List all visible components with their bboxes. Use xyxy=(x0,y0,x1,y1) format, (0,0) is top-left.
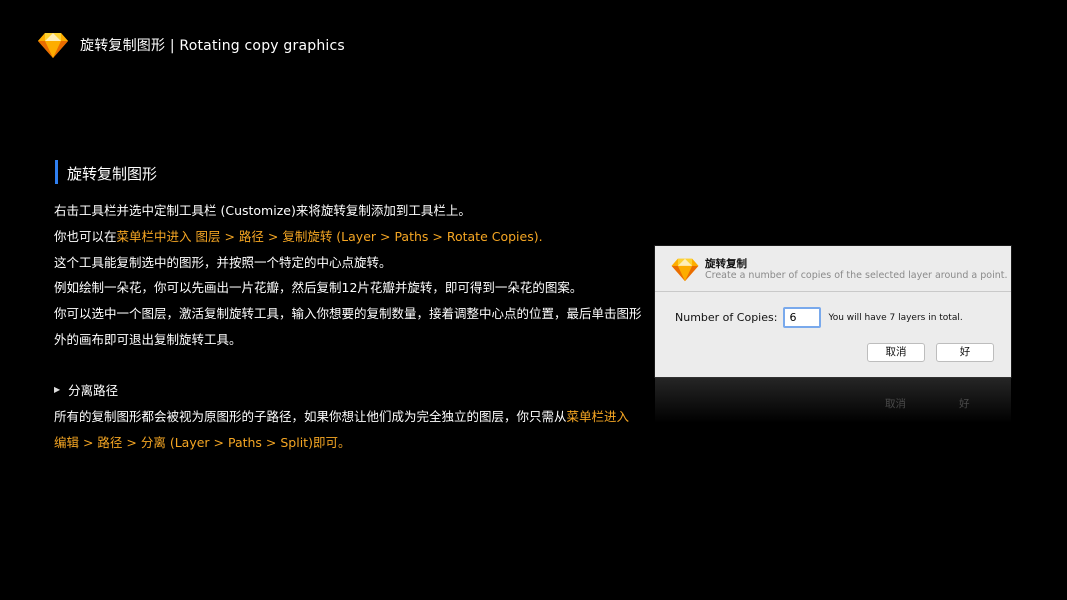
copies-row: Number of Copies: You will have 7 layers… xyxy=(675,307,963,328)
reflection-cancel-label: 取消 xyxy=(885,398,906,410)
sketch-app-icon xyxy=(671,258,699,282)
paragraph-1: 右击工具栏并选中定制工具栏 (Customize)来将旋转复制添加到工具栏上。 xyxy=(54,203,471,218)
subsection-line-1-highlight: 菜单栏进入 xyxy=(566,409,630,424)
subsection-line-2: 编辑 > 路径 > 分离 (Layer > Paths > Split)即可。 xyxy=(54,430,644,456)
dialog-title: 旋转复制 xyxy=(705,258,747,270)
section-accent-bar xyxy=(55,160,58,184)
paragraph-2-prefix: 你也可以在 xyxy=(54,228,117,244)
sketch-diamond-icon xyxy=(38,33,68,58)
ok-button[interactable]: 好 xyxy=(936,343,994,362)
paragraph-6: 外的画布即可退出复制旋转工具。 xyxy=(54,331,242,347)
number-of-copies-input[interactable] xyxy=(783,307,822,328)
reflection-gradient xyxy=(655,377,1011,423)
cancel-button[interactable]: 取消 xyxy=(867,343,925,362)
reflection-ok-label: 好 xyxy=(959,398,970,410)
subsection-line-1-prefix: 所有的复制图形都会被视为原图形的子路径，如果你想让他们成为完全独立的图层，你只需… xyxy=(54,409,567,424)
section-title: 旋转复制图形 xyxy=(67,165,158,183)
subsection-line-1: 所有的复制图形都会被视为原图形的子路径，如果你想让他们成为完全独立的图层，你只需… xyxy=(54,404,644,430)
paragraph-5: 你可以选中一个图层，激活复制旋转工具，输入你想要的复制数量，接着调整中心点的位置… xyxy=(54,306,642,322)
paragraph-3: 这个工具能复制选中的图形，并按照一个特定的中心点旋转。 xyxy=(54,254,392,270)
layers-total-note: You will have 7 layers in total. xyxy=(828,312,963,323)
paragraph-4: 例如绘制一朵花，你可以先画出一片花瓣，然后复制12片花瓣并旋转，即可得到一朵花的… xyxy=(54,280,583,296)
subsection-content: 所有的复制图形都会被视为原图形的子路径，如果你想让他们成为完全独立的图层，你只需… xyxy=(54,404,644,456)
header-title: 旋转复制图形 | Rotating copy graphics xyxy=(80,38,345,54)
rotate-copies-dialog: 旋转复制 Create a number of copies of the se… xyxy=(655,246,1011,377)
subsection-heading: ▶ 分离路径 xyxy=(54,380,118,399)
dialog-subtitle: Create a number of copies of the selecte… xyxy=(705,270,1008,281)
dialog-reflection: 取消 好 xyxy=(655,377,1011,423)
subsection-line-2-highlight: 编辑 > 路径 > 分离 (Layer > Paths > Split)即可。 xyxy=(54,434,351,450)
header: 旋转复制图形 | Rotating copy graphics xyxy=(38,29,345,61)
copies-label: Number of Copies: xyxy=(675,311,778,324)
triangle-right-icon: ▶ xyxy=(54,385,61,394)
main-content: 右击工具栏并选中定制工具栏 (Customize)来将旋转复制添加到工具栏上。 … xyxy=(54,198,644,353)
menu-path-highlight: 菜单栏中进入 图层 > 路径 > 复制旋转 (Layer > Paths > R… xyxy=(116,228,543,244)
subsection-title: 分离路径 xyxy=(68,383,119,398)
paragraph-2: 你也可以在菜单栏中进入 图层 > 路径 > 复制旋转 (Layer > Path… xyxy=(54,224,644,250)
dialog-header: 旋转复制 Create a number of copies of the se… xyxy=(655,246,1011,292)
